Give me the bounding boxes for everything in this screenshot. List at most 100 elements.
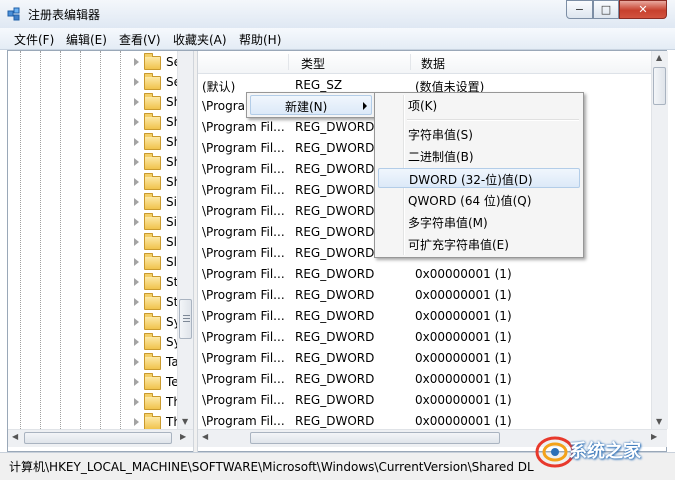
tree-item[interactable]: Sl [8, 233, 193, 253]
value-type: REG_DWORD [295, 309, 375, 323]
tree-item[interactable]: Sl [8, 253, 193, 273]
folder-icon [144, 233, 161, 250]
tree-item[interactable]: Sh [8, 173, 193, 193]
window-title: 注册表编辑器 [28, 8, 101, 22]
submenu-item-label: 二进制值(B) [408, 150, 474, 164]
scroll-right-icon[interactable]: ▶ [180, 432, 186, 441]
value-name: \Program Fil... [202, 162, 285, 176]
folder-icon [144, 253, 161, 270]
value-data: 0x00000001 (1) [415, 372, 512, 386]
folder-icon [144, 193, 161, 210]
submenu-item-binary-value[interactable]: 二进制值(B) [378, 146, 580, 166]
value-type: REG_DWORD [295, 351, 375, 365]
value-name: \Program Fil... [202, 351, 285, 365]
expand-arrow-icon[interactable] [134, 78, 139, 86]
expand-arrow-icon[interactable] [134, 158, 139, 166]
submenu-item-dword-value[interactable]: DWORD (32-位)值(D) [378, 168, 580, 188]
submenu-item-string-value[interactable]: 字符串值(S) [378, 124, 580, 144]
tree-item[interactable]: Sh [8, 133, 193, 153]
submenu-item-expandable-string-value[interactable]: 可扩充字符串值(E) [378, 234, 580, 254]
submenu-item-qword-value[interactable]: QWORD (64 位)值(Q) [378, 190, 580, 210]
expand-arrow-icon[interactable] [134, 358, 139, 366]
menu-file[interactable]: 文件(F) [14, 31, 54, 48]
expand-arrow-icon[interactable] [134, 398, 139, 406]
tree-scroll-thumb[interactable] [179, 299, 192, 339]
tree-item[interactable]: Th [8, 413, 193, 429]
tree-item[interactable]: Sy [8, 313, 193, 333]
expand-arrow-icon[interactable] [134, 138, 139, 146]
list-row[interactable]: \Program Fil... REG_DWORD 0x00000001 (1) [198, 306, 651, 327]
value-data: 0x00000001 (1) [415, 351, 512, 365]
menu-edit[interactable]: 编辑(E) [66, 31, 107, 48]
scroll-up-icon[interactable]: ▲ [656, 53, 662, 62]
list-hscroll-thumb[interactable] [250, 432, 500, 444]
list-row[interactable]: \Program Fil... REG_DWORD 0x00000001 (1) [198, 348, 651, 369]
folder-icon [144, 153, 161, 170]
submenu-item-multi-string-value[interactable]: 多字符串值(M) [378, 212, 580, 232]
tree-item[interactable]: Sh [8, 113, 193, 133]
value-data: 0x00000001 (1) [415, 288, 512, 302]
expand-arrow-icon[interactable] [134, 338, 139, 346]
tree-item[interactable]: Sh [8, 93, 193, 113]
value-name: \Program Fil... [202, 246, 285, 260]
folder-icon [144, 133, 161, 150]
list-row[interactable]: \Program Fil... REG_DWORD 0x00000001 (1) [198, 264, 651, 285]
submenu-item-label: DWORD (32-位)值(D) [409, 173, 533, 187]
expand-arrow-icon[interactable] [134, 238, 139, 246]
scroll-down-icon[interactable]: ▼ [182, 417, 188, 426]
expand-arrow-icon[interactable] [134, 118, 139, 126]
folder-icon [144, 53, 161, 70]
expand-arrow-icon[interactable] [134, 198, 139, 206]
tree-item[interactable]: Th [8, 393, 193, 413]
value-data: 0x00000001 (1) [415, 414, 512, 428]
expand-arrow-icon[interactable] [134, 98, 139, 106]
maximize-button[interactable]: □ [593, 0, 619, 19]
column-data[interactable]: 数据 [421, 55, 445, 72]
menu-item-new[interactable]: 新建(N) [250, 95, 372, 115]
tree-vertical-scrollbar[interactable]: ▼ [177, 51, 194, 429]
list-row[interactable]: \Program Fil... REG_DWORD 0x00000001 (1) [198, 390, 651, 411]
submenu-arrow-icon [363, 102, 367, 110]
tree-item[interactable]: Si [8, 193, 193, 213]
value-type: REG_SZ [295, 78, 343, 92]
submenu-item-key[interactable]: 项(K) [378, 95, 580, 115]
tree-item[interactable]: Te [8, 373, 193, 393]
menu-help[interactable]: 帮助(H) [239, 31, 281, 48]
list-row[interactable]: \Program Fil... REG_DWORD 0x00000001 (1) [198, 285, 651, 306]
list-row[interactable]: \Program Fil... REG_DWORD 0x00000001 (1) [198, 327, 651, 348]
tree-horizontal-scrollbar[interactable]: ◀ ▶ [8, 429, 193, 447]
tree-item[interactable]: St [8, 293, 193, 313]
menu-favorites[interactable]: 收藏夹(A) [173, 31, 227, 48]
value-name: \Program Fil... [202, 141, 285, 155]
scroll-left-icon[interactable]: ◀ [12, 432, 18, 441]
menu-view[interactable]: 查看(V) [119, 31, 161, 48]
folder-icon [144, 213, 161, 230]
expand-arrow-icon[interactable] [134, 378, 139, 386]
expand-arrow-icon[interactable] [134, 278, 139, 286]
tree-hscroll-thumb[interactable] [24, 432, 172, 444]
close-button[interactable]: ✕ [619, 0, 667, 19]
list-scroll-thumb[interactable] [653, 67, 666, 105]
tree-item[interactable]: Sy [8, 333, 193, 353]
column-type[interactable]: 类型 [301, 55, 325, 72]
folder-icon [144, 93, 161, 110]
tree-item[interactable]: Si [8, 213, 193, 233]
expand-arrow-icon[interactable] [134, 58, 139, 66]
expand-arrow-icon[interactable] [134, 318, 139, 326]
tree-item[interactable]: Ta [8, 353, 193, 373]
tree-item[interactable]: St [8, 273, 193, 293]
tree-item[interactable]: Sh [8, 153, 193, 173]
expand-arrow-icon[interactable] [134, 258, 139, 266]
expand-arrow-icon[interactable] [134, 178, 139, 186]
expand-arrow-icon[interactable] [134, 298, 139, 306]
minimize-button[interactable]: − [566, 0, 593, 19]
registry-tree[interactable]: Se Se Sh Sh Sh Sh Sh Si Si Sl Sl St St Sy Sy Ta Te Th Th [8, 51, 193, 429]
list-vertical-scrollbar[interactable]: ▲ ▼ [651, 51, 668, 429]
tree-item[interactable]: Se [8, 53, 193, 73]
folder-icon [144, 113, 161, 130]
expand-arrow-icon[interactable] [134, 218, 139, 226]
tree-item[interactable]: Se [8, 73, 193, 93]
list-row[interactable]: \Program Fil... REG_DWORD 0x00000001 (1) [198, 369, 651, 390]
expand-arrow-icon[interactable] [134, 418, 139, 426]
scroll-left-icon[interactable]: ◀ [202, 432, 208, 441]
